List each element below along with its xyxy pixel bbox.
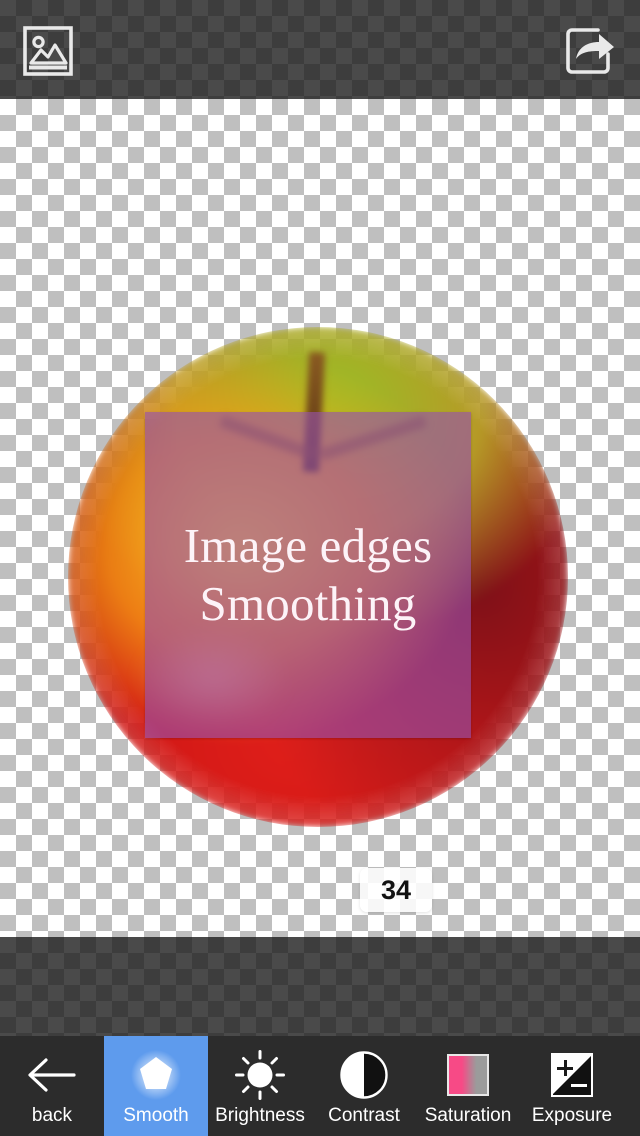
- share-icon: [566, 28, 614, 74]
- tool-exposure[interactable]: Exposure: [520, 1036, 624, 1136]
- tool-contrast[interactable]: Contrast: [312, 1036, 416, 1136]
- plus-sign: [557, 1060, 573, 1076]
- tool-smooth[interactable]: Smooth: [104, 1036, 208, 1136]
- photo-gallery-icon: [23, 26, 73, 76]
- share-button[interactable]: [562, 23, 618, 79]
- overlay-label-text: Image edges Smoothing: [183, 518, 433, 631]
- slider-value-text: 34: [380, 874, 412, 905]
- pentagon-smooth-icon: [131, 1050, 181, 1100]
- tool-next-partial[interactable]: H: [624, 1036, 640, 1136]
- overlay-label[interactable]: Image edges Smoothing: [145, 412, 471, 738]
- tool-exposure-label: Exposure: [531, 1105, 613, 1126]
- back-label: back: [31, 1105, 73, 1126]
- top-toolbar: [0, 0, 640, 99]
- image-canvas[interactable]: Image edges Smoothing 34: [0, 99, 640, 937]
- minus-sign: [571, 1084, 587, 1088]
- tool-smooth-label: Smooth: [123, 1105, 189, 1126]
- tool-saturation-label: Saturation: [424, 1105, 512, 1126]
- tool-brightness[interactable]: Brightness: [208, 1036, 312, 1136]
- photo-editor-screen: Image edges Smoothing 34 back Smooth Bri…: [0, 0, 640, 1136]
- half-circle-icon: [340, 1051, 388, 1099]
- sun-icon: [235, 1050, 285, 1100]
- tool-contrast-label: Contrast: [328, 1105, 400, 1126]
- plus-minus-icon: [551, 1053, 593, 1097]
- slider-value-badge: 34: [360, 868, 432, 912]
- editing-toolbar: back Smooth Brightness Contrast Saturati…: [0, 1036, 640, 1136]
- slider-bar: [0, 937, 640, 1036]
- arrow-left-icon: [28, 1058, 76, 1092]
- tool-brightness-label: Brightness: [215, 1105, 305, 1126]
- color-gradient-icon: [447, 1054, 489, 1096]
- gallery-button[interactable]: [20, 23, 76, 79]
- back-button[interactable]: back: [0, 1036, 104, 1136]
- tool-saturation[interactable]: Saturation: [416, 1036, 520, 1136]
